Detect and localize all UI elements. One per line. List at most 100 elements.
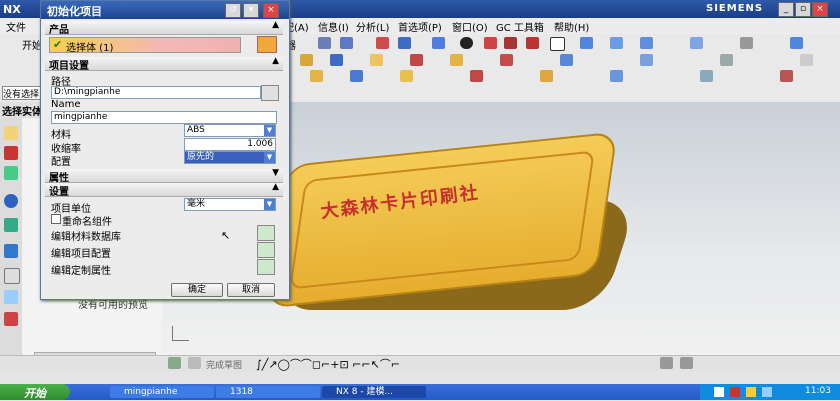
select-body-icon[interactable] — [257, 36, 277, 53]
dialog-close-button[interactable]: × — [263, 3, 279, 18]
spreadsheet-icon[interactable] — [257, 259, 275, 275]
toolbar-tool-icon[interactable] — [640, 54, 653, 66]
finish-sketch-icon[interactable] — [188, 357, 201, 369]
product-section[interactable]: 产品 ▲ — [45, 20, 283, 36]
toolbar-tool-icon[interactable] — [400, 70, 413, 82]
settings-section[interactable]: 设置 ▲ — [45, 182, 283, 198]
toolbar-tool-icon[interactable] — [610, 37, 623, 49]
history-icon[interactable] — [4, 194, 18, 208]
finish-sketch-label[interactable]: 完成草图 — [206, 358, 242, 371]
taskbar-folder-mingpianhe[interactable]: mingpianhe — [110, 386, 214, 398]
toolbar-tool-icon[interactable] — [470, 70, 483, 82]
resource-bar — [0, 118, 23, 370]
roles-icon[interactable] — [4, 290, 18, 304]
toolbar-tool-icon[interactable] — [318, 37, 331, 49]
browse-folder-icon[interactable] — [261, 85, 279, 101]
shrinkage-field[interactable]: 1.006 — [184, 138, 276, 151]
toolbar-tool-icon[interactable] — [330, 54, 343, 66]
dialog-title: 初始化项目 — [47, 5, 102, 18]
menu-window[interactable]: 窗口(O) — [452, 19, 488, 34]
dialog-reset-button[interactable]: ↺ — [225, 3, 241, 18]
toolbar-tool-icon[interactable] — [660, 357, 673, 369]
menu-file[interactable]: 文件 — [6, 19, 26, 34]
menu-gc-toolbox[interactable]: GC 工具箱 — [496, 19, 544, 34]
web-browser-icon[interactable] — [4, 218, 18, 232]
sketch-tools[interactable]: ∫╱↗◯⌒⌒◻⌐+⊡ ⌐⌐↖⌒⌐ — [256, 356, 400, 372]
toolbar-tool-icon[interactable] — [540, 70, 553, 82]
toolbar-tool-icon[interactable] — [432, 37, 445, 49]
assembly-navigator-icon[interactable] — [4, 126, 18, 140]
toolbar-tool-icon[interactable] — [500, 54, 513, 66]
toolbar-tool-icon[interactable] — [310, 70, 323, 82]
edit-custom-props-label: 编辑定制属性 — [51, 266, 111, 277]
toolbar-tool-icon[interactable] — [484, 37, 497, 49]
toolbar-tool-icon[interactable] — [550, 37, 565, 51]
toolbar-tool-icon[interactable] — [450, 54, 463, 66]
rename-checkbox[interactable] — [51, 214, 61, 224]
menu-help[interactable]: 帮助(H) — [554, 19, 589, 34]
menu-info[interactable]: 信息(I) — [318, 19, 349, 34]
minimize-button[interactable]: _ — [778, 2, 794, 17]
system-materials-icon[interactable] — [4, 312, 18, 326]
select-body-row[interactable]: ✔ 选择体 (1) — [49, 37, 241, 54]
toolbar-tool-icon[interactable] — [340, 37, 353, 49]
toolbar-tool-icon[interactable] — [410, 54, 423, 66]
toolbar-tool-icon[interactable] — [526, 37, 539, 49]
tray-icon[interactable] — [746, 387, 756, 397]
toolbar-tool-icon[interactable] — [780, 70, 793, 82]
toolbar-tool-icon[interactable] — [740, 37, 753, 49]
toolbar-tool-icon[interactable] — [700, 70, 713, 82]
tray-icon[interactable] — [714, 387, 724, 397]
config-dropdown[interactable]: 原先的 ▼ — [184, 151, 276, 164]
material-dropdown[interactable]: ABS ▼ — [184, 124, 276, 137]
menu-preferences[interactable]: 首选项(P) — [398, 19, 442, 34]
tray-icon[interactable] — [762, 387, 772, 397]
toolbar-tool-icon[interactable] — [640, 37, 653, 49]
start-label: 开始 — [24, 387, 46, 400]
project-settings-section[interactable]: 项目设置 ▲ — [45, 56, 283, 72]
tray-icon[interactable] — [730, 387, 740, 397]
toolbar-tool-icon[interactable] — [370, 54, 383, 66]
chevron-up-icon: ▲ — [272, 20, 279, 30]
toolbar-tool-icon[interactable] — [350, 70, 363, 82]
close-app-button[interactable]: × — [812, 2, 828, 17]
toolbar-tool-icon[interactable] — [398, 37, 411, 49]
toolbar-tool-icon[interactable] — [610, 70, 623, 82]
path-field[interactable]: D:\mingpianhe — [51, 86, 261, 99]
toolbar-tool-icon[interactable] — [790, 37, 803, 49]
spreadsheet-icon[interactable] — [257, 242, 275, 258]
toolbar-tool-icon[interactable] — [720, 54, 733, 66]
edit-project-config-label: 编辑项目配置 — [51, 249, 111, 260]
dialog-collapse-button[interactable]: ▾ — [243, 3, 259, 18]
start-menu-label[interactable]: 开始 — [22, 37, 42, 52]
spreadsheet-icon[interactable] — [257, 225, 275, 241]
toolbar-tool-icon[interactable] — [680, 357, 693, 369]
menu-analysis[interactable]: 分析(L) — [356, 19, 389, 34]
toolbar-tool-icon[interactable] — [460, 37, 473, 49]
toolbar-tool-icon[interactable] — [376, 37, 389, 49]
taskbar-folder-1318[interactable]: 1318 — [216, 386, 320, 398]
toolbar-tool-icon[interactable] — [300, 54, 313, 66]
constraint-navigator-icon[interactable] — [4, 146, 18, 160]
name-field[interactable]: mingpianhe — [51, 111, 277, 124]
properties-section[interactable]: 属性 ▼ — [45, 168, 283, 184]
unit-dropdown[interactable]: 毫米 ▼ — [184, 198, 276, 211]
dialog-titlebar[interactable]: NX 初始化项目 ↺ ▾ × — [3, 1, 289, 19]
toolbar-tool-icon[interactable] — [690, 37, 703, 49]
toolbar-tool-icon[interactable] — [580, 37, 593, 49]
restore-button[interactable]: ▫ — [795, 2, 811, 17]
toolbar-tool-icon[interactable] — [560, 54, 573, 66]
start-button[interactable]: 开始 — [0, 384, 70, 400]
taskbar-nx-window[interactable]: NX 8 - 建模... — [322, 386, 426, 398]
clock-icon[interactable] — [4, 268, 20, 284]
properties-title: 属性 — [49, 173, 69, 184]
toolbar-tool-icon[interactable] — [800, 54, 813, 66]
sketch-icon[interactable] — [168, 357, 181, 369]
toolbar-tool-icon[interactable] — [504, 37, 517, 49]
select-body-label: 选择体 (1) — [66, 43, 114, 54]
palette-icon[interactable] — [4, 244, 18, 258]
cancel-button[interactable]: 取消 — [227, 283, 275, 297]
selection-filter-dropdown[interactable]: 没有选择 — [2, 86, 44, 100]
part-navigator-icon[interactable] — [4, 166, 18, 180]
ok-button[interactable]: 确定 — [171, 283, 223, 297]
